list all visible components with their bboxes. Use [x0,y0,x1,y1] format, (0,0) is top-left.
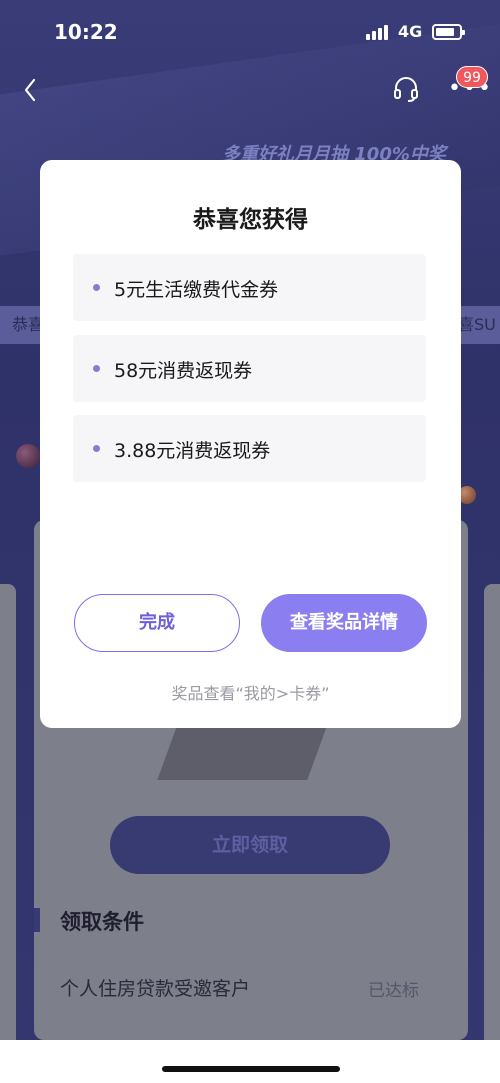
bottom-bar [0,1040,500,1083]
done-button[interactable]: 完成 [74,594,240,652]
prize-label: 3.88元消费返现券 [114,440,271,462]
prize-label: 5元生活缴费代金券 [114,279,279,301]
dialog-title: 恭喜您获得 [193,207,308,233]
bullet-icon [93,284,100,291]
prize-item: 5元生活缴费代金券 [73,254,426,321]
prize-dialog: 恭喜您获得 5元生活缴费代金券 58元消费返现券 3.88元消费返现券 完成 查… [40,160,461,728]
bullet-icon [93,365,100,372]
bullet-icon [93,445,100,452]
prize-label: 58元消费返现券 [114,360,253,382]
home-indicator [162,1066,340,1072]
view-prize-details-button[interactable]: 查看奖品详情 [261,594,427,652]
prize-item: 58元消费返现券 [73,335,426,402]
prize-item: 3.88元消费返现券 [73,415,426,482]
prize-location-hint: 奖品查看“我的>卡券” [171,684,330,703]
